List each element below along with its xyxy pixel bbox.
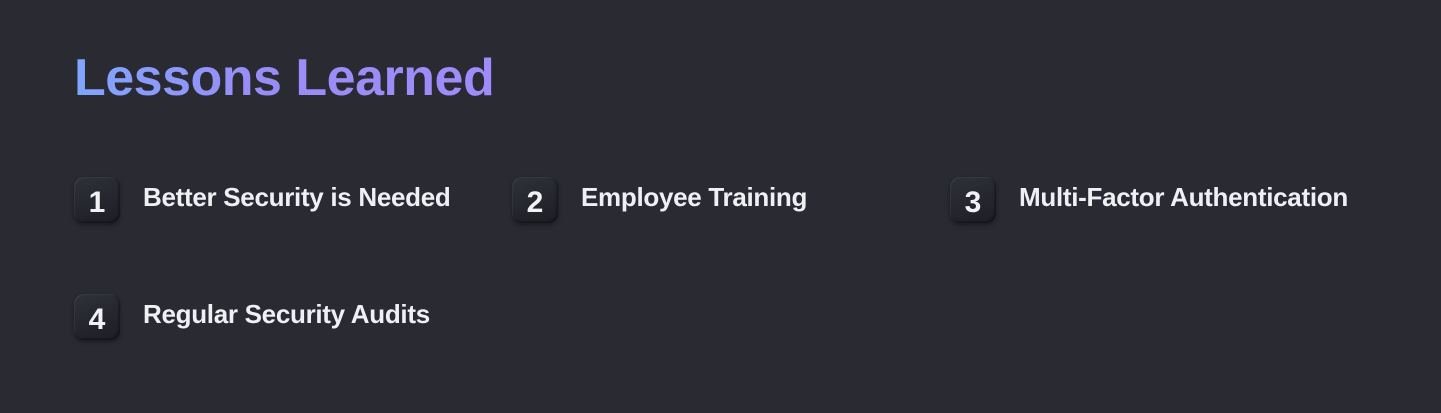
lesson-item: 2 Employee Training — [512, 177, 950, 225]
lesson-number: 1 — [88, 186, 106, 219]
lesson-title: Employee Training — [581, 182, 808, 212]
lesson-item: 3 Multi-Factor Authentication — [950, 177, 1374, 225]
number-badge: 1 — [74, 177, 120, 223]
lesson-item: 1 Better Security is Needed — [74, 177, 512, 225]
lesson-title: Regular Security Audits — [143, 299, 430, 329]
lesson-item: 4 Regular Security Audits — [74, 294, 512, 342]
lesson-title: Multi-Factor Authentication — [1019, 182, 1348, 212]
number-badge: 2 — [512, 177, 558, 223]
slide-title: Lessons Learned — [74, 46, 495, 110]
slide: Lessons Learned 1 Better Security is Nee… — [0, 0, 1441, 413]
lessons-list: 1 Better Security is Needed 2 Employee T… — [74, 177, 1374, 342]
number-badge: 3 — [950, 177, 996, 223]
lesson-title: Better Security is Needed — [143, 182, 451, 212]
number-badge: 4 — [74, 294, 120, 340]
lesson-number: 4 — [88, 303, 106, 336]
lesson-number: 2 — [526, 186, 544, 219]
lesson-number: 3 — [964, 186, 982, 219]
